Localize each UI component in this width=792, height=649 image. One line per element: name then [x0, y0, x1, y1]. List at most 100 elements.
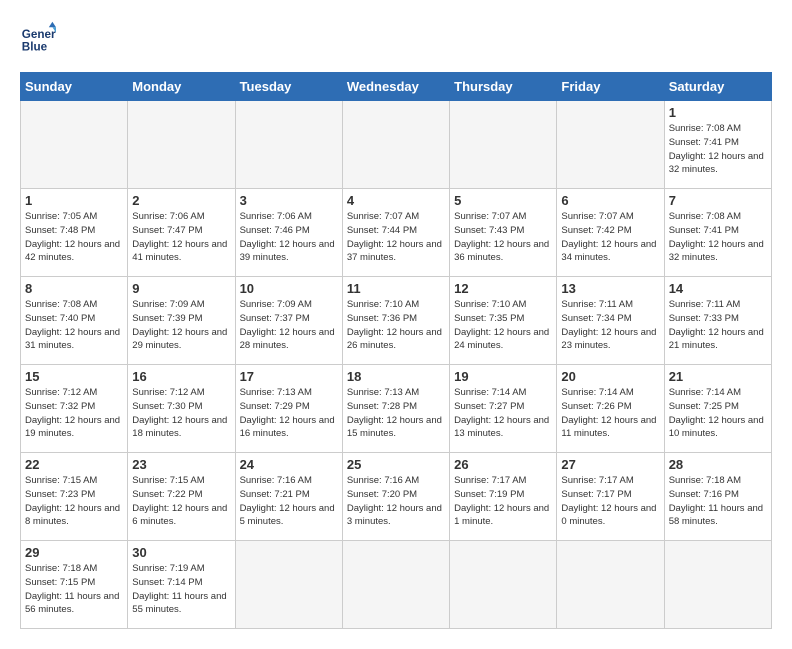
day-info: Sunrise: 7:17 AMSunset: 7:19 PMDaylight:… [454, 474, 552, 529]
day-info: Sunrise: 7:19 AMSunset: 7:14 PMDaylight:… [132, 562, 230, 617]
day-number: 7 [669, 193, 767, 208]
sunrise-text: Sunrise: 7:08 AM [669, 123, 741, 134]
calendar-cell: 26 Sunrise: 7:17 AMSunset: 7:19 PMDayligh… [450, 453, 557, 541]
calendar-cell: 20Sunrise: 7:14 AMSunset: 7:26 PMDayligh… [557, 365, 664, 453]
sunset-text: Sunset: 7:42 PM [561, 225, 631, 236]
day-number: 9 [132, 281, 230, 296]
sunrise-text: Sunrise: 7:08 AM [669, 211, 741, 222]
svg-text:General: General [22, 28, 56, 41]
sunrise-text: Sunrise: 7:17 AM [561, 475, 633, 486]
day-info: Sunrise: 7:17 AMSunset: 7:17 PMDaylight:… [561, 474, 659, 529]
day-number: 30 [132, 545, 230, 560]
sunrise-text: Sunrise: 7:08 AM [25, 299, 97, 310]
sunset-text: Sunset: 7:22 PM [132, 489, 202, 500]
sunrise-text: Sunrise: 7:16 AM [347, 475, 419, 486]
day-number: 3 [240, 193, 338, 208]
calendar-cell: 7Sunrise: 7:08 AMSunset: 7:41 PMDaylight… [664, 189, 771, 277]
day-number: 24 [240, 457, 338, 472]
day-number: 4 [347, 193, 445, 208]
sunset-text: Sunset: 7:19 PM [454, 489, 524, 500]
logo: General Blue [20, 20, 56, 56]
daylight-text: Daylight: 12 hours and 37 minutes. [347, 239, 442, 264]
sunset-text: Sunset: 7:34 PM [561, 313, 631, 324]
day-info: Sunrise: 7:10 AMSunset: 7:36 PMDaylight:… [347, 298, 445, 353]
daylight-text: Daylight: 12 hours and 26 minutes. [347, 327, 442, 352]
sunrise-text: Sunrise: 7:15 AM [25, 475, 97, 486]
daylight-text: Daylight: 12 hours and 31 minutes. [25, 327, 120, 352]
day-number: 26 [454, 457, 552, 472]
daylight-text: Daylight: 12 hours and 29 minutes. [132, 327, 227, 352]
calendar-cell: 24 Sunrise: 7:16 AMSunset: 7:21 PMDayligh… [235, 453, 342, 541]
day-info: Sunrise: 7:15 AMSunset: 7:23 PMDaylight:… [25, 474, 123, 529]
calendar-cell: 17Sunrise: 7:13 AMSunset: 7:29 PMDayligh… [235, 365, 342, 453]
day-info: Sunrise: 7:11 AM Sunset: 7:34 PM Daylight:… [561, 298, 659, 353]
day-info: Sunrise: 7:12 AMSunset: 7:30 PMDaylight:… [132, 386, 230, 441]
day-number: 10 [240, 281, 338, 296]
day-number: 8 [25, 281, 123, 296]
sunset-text: Sunset: 7:36 PM [347, 313, 417, 324]
calendar-cell [450, 101, 557, 189]
day-number: 15 [25, 369, 123, 384]
sunset-text: Sunset: 7:41 PM [669, 137, 739, 148]
sunset-text: Sunset: 7:28 PM [347, 401, 417, 412]
daylight-text: Daylight: 11 hours and 58 minutes. [669, 503, 763, 528]
day-number: 2 [132, 193, 230, 208]
day-number: 1 [669, 105, 767, 120]
calendar-cell: 13Sunrise: 7:11 AMSunset: 7:34 PMDayligh… [557, 277, 664, 365]
day-number: 23 [132, 457, 230, 472]
calendar-table: SundayMondayTuesdayWednesdayThursdayFrid… [20, 72, 772, 629]
calendar-header-row: SundayMondayTuesdayWednesdayThursdayFrid… [21, 73, 772, 101]
weekday-header: Thursday [450, 73, 557, 101]
day-info: Sunrise: 7:14 AMSunset: 7:25 PMDaylight:… [669, 386, 767, 441]
sunrise-text: Sunrise: 7:18 AM [669, 475, 741, 486]
sunset-text: Sunset: 7:43 PM [454, 225, 524, 236]
calendar-cell: 25Sunrise: 7:16 AMSunset: 7:20 PMDayligh… [342, 453, 449, 541]
sunrise-text: Sunrise: 7:06 AM [240, 211, 312, 222]
sunset-text: Sunset: 7:23 PM [25, 489, 95, 500]
sunrise-text: Sunrise: 7:06 AM [132, 211, 204, 222]
day-info: Sunrise: 7:08 AM Sunset: 7:41 PM Daylight:… [669, 122, 767, 177]
calendar-cell [557, 541, 664, 629]
day-number: 6 [561, 193, 659, 208]
calendar-cell: 1 Sunrise: 7:08 AM Sunset: 7:41 PM Daylight… [664, 101, 771, 189]
day-number: 21 [669, 369, 767, 384]
day-number: 17 [240, 369, 338, 384]
sunrise-text: Sunrise: 7:11 AM [561, 299, 633, 310]
daylight-text: Daylight: 12 hours and 32 minutes. [669, 151, 764, 176]
calendar-cell: 10Sunrise: 7:09 AMSunset: 7:37 PMDayligh… [235, 277, 342, 365]
calendar-cell: 4 Sunrise: 7:07 AMSunset: 7:44 PMDaylight… [342, 189, 449, 277]
sunrise-text: Sunrise: 7:07 AM [561, 211, 633, 222]
daylight-text: Daylight: 12 hours and 13 minutes. [454, 415, 549, 440]
day-info: Sunrise: 7:12 AMSunset: 7:32 PMDaylight:… [25, 386, 123, 441]
sunset-text: Sunset: 7:33 PM [669, 313, 739, 324]
daylight-text: Daylight: 12 hours and 32 minutes. [669, 239, 764, 264]
day-number: 1 [25, 193, 123, 208]
day-number: 22 [25, 457, 123, 472]
sunrise-text: Sunrise: 7:13 AM [240, 387, 312, 398]
sunset-text: Sunset: 7:20 PM [347, 489, 417, 500]
calendar-body: 1 Sunrise: 7:08 AM Sunset: 7:41 PM Daylight… [21, 101, 772, 629]
day-info: Sunrise: 7:16 AMSunset: 7:21 PMDaylight:… [240, 474, 338, 529]
sunrise-text: Sunrise: 7:07 AM [454, 211, 526, 222]
sunset-text: Sunset: 7:27 PM [454, 401, 524, 412]
daylight-text: Daylight: 12 hours and 3 minutes. [347, 503, 442, 528]
daylight-text: Daylight: 12 hours and 24 minutes. [454, 327, 549, 352]
daylight-text: Daylight: 12 hours and 23 minutes. [561, 327, 656, 352]
weekday-header: Friday [557, 73, 664, 101]
daylight-text: Daylight: 12 hours and 28 minutes. [240, 327, 335, 352]
day-number: 14 [669, 281, 767, 296]
sunset-text: Sunset: 7:26 PM [561, 401, 631, 412]
daylight-text: Daylight: 12 hours and 19 minutes. [25, 415, 120, 440]
day-info: Sunrise: 7:06 AMSunset: 7:47 PMDaylight:… [132, 210, 230, 265]
daylight-text: Daylight: 12 hours and 5 minutes. [240, 503, 335, 528]
day-info: Sunrise: 7:07 AMSunset: 7:44 PMDaylight:… [347, 210, 445, 265]
sunrise-text: Sunrise: 7:14 AM [561, 387, 633, 398]
day-number: 12 [454, 281, 552, 296]
daylight-text: Daylight: 12 hours and 10 minutes. [669, 415, 764, 440]
calendar-cell: 6Sunrise: 7:07 AMSunset: 7:42 PMDaylight… [557, 189, 664, 277]
calendar-week-row: 15 Sunrise: 7:12 AMSunset: 7:32 PMDayligh… [21, 365, 772, 453]
day-info: Sunrise: 7:10 AMSunset: 7:35 PMDaylight:… [454, 298, 552, 353]
day-info: Sunrise: 7:06 AMSunset: 7:46 PMDaylight:… [240, 210, 338, 265]
daylight-text: Daylight: 12 hours and 21 minutes. [669, 327, 764, 352]
sunset-text: Sunset: 7:35 PM [454, 313, 524, 324]
